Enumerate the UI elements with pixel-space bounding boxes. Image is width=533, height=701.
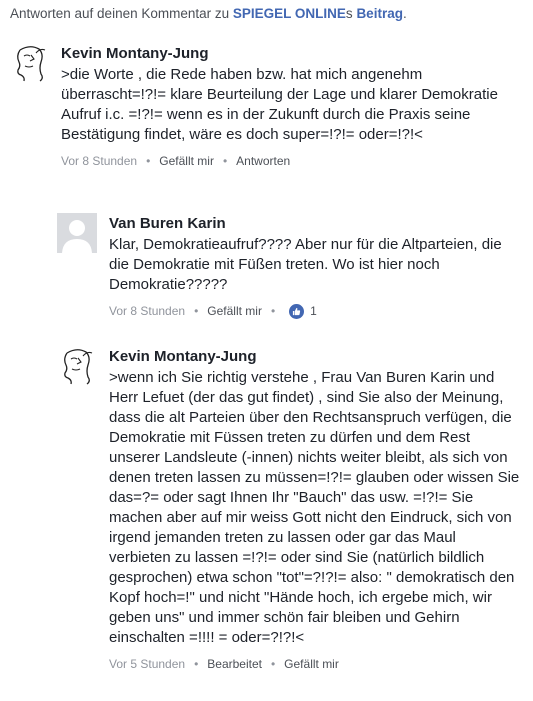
like-button[interactable]: Gefällt mir — [159, 154, 214, 168]
author-avatar[interactable] — [57, 347, 97, 387]
comment-meta: Vor 8 Stunden • Gefällt mir • 1 — [109, 302, 521, 320]
comment-meta: Vor 8 Stunden • Gefällt mir • Antworten — [61, 152, 521, 170]
header-prefix: Antworten auf deinen Kommentar zu — [10, 6, 233, 21]
header-possessive: s — [345, 6, 357, 21]
reply-button[interactable]: Antworten — [236, 154, 290, 168]
thumbs-up-icon[interactable] — [289, 303, 305, 319]
comment-timestamp[interactable]: Vor 8 Stunden — [109, 304, 185, 318]
comment-author[interactable]: Kevin Montany-Jung — [61, 44, 521, 64]
comment-timestamp[interactable]: Vor 5 Stunden — [109, 657, 185, 671]
meta-separator: • — [146, 154, 151, 168]
author-avatar[interactable] — [57, 213, 97, 253]
comment-text: >wenn ich Sie richtig verstehe , Frau Va… — [109, 369, 520, 646]
like-button[interactable]: Gefällt mir — [207, 304, 262, 318]
publication-link[interactable]: SPIEGEL ONLINE — [233, 6, 346, 21]
meta-separator: • — [194, 657, 199, 671]
comment-meta: Vor 5 Stunden • Bearbeitet • Gefällt mir — [109, 655, 521, 673]
like-count[interactable]: 1 — [310, 304, 317, 318]
header-suffix: . — [402, 6, 407, 21]
comment-text: >die Worte , die Rede haben bzw. hat mic… — [61, 66, 498, 143]
sketch-face-icon — [17, 46, 46, 82]
meta-separator: • — [270, 304, 276, 318]
meta-separator: • — [270, 657, 276, 671]
meta-separator: • — [222, 154, 228, 168]
comment-text: Klar, Demokratieaufruf???? Aber nur für … — [109, 236, 502, 293]
comment-author[interactable]: Van Buren Karin — [109, 214, 521, 234]
edited-label[interactable]: Bearbeitet — [207, 657, 262, 671]
notification-header: Antworten auf deinen Kommentar zu SPIEGE… — [10, 6, 525, 21]
comment-author[interactable]: Kevin Montany-Jung — [109, 347, 521, 367]
default-profile-icon — [57, 213, 97, 253]
meta-separator: • — [194, 304, 199, 318]
article-link[interactable]: Beitrag — [356, 6, 403, 21]
like-button[interactable]: Gefällt mir — [284, 657, 339, 671]
sketch-face-icon — [64, 349, 93, 385]
comment-timestamp[interactable]: Vor 8 Stunden — [61, 154, 137, 168]
author-avatar[interactable] — [10, 44, 50, 84]
